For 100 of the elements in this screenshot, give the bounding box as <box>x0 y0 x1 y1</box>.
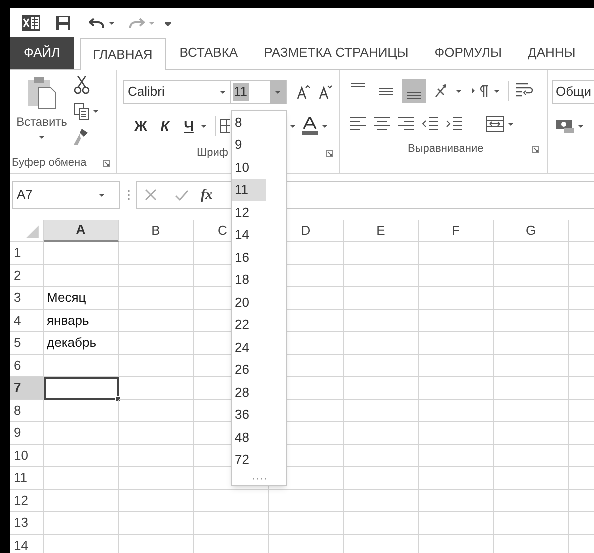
underline-button[interactable]: Ч <box>179 116 199 136</box>
row-header[interactable]: 1 <box>10 242 44 264</box>
menu-item[interactable]: 48 <box>232 426 266 448</box>
table-cell[interactable] <box>494 512 569 534</box>
table-cell[interactable] <box>419 287 494 310</box>
check-icon[interactable] <box>175 190 189 200</box>
menu-item[interactable]: 24 <box>232 336 266 358</box>
copy-icon[interactable] <box>74 103 89 120</box>
insert-function-button[interactable]: fx <box>201 184 213 206</box>
active-cell[interactable] <box>44 377 119 400</box>
table-cell[interactable] <box>269 512 344 534</box>
caret-icon[interactable] <box>290 124 296 128</box>
caret-icon[interactable] <box>456 90 462 92</box>
table-cell[interactable] <box>119 512 194 534</box>
italic-button[interactable]: К <box>155 116 175 136</box>
table-cell[interactable] <box>344 287 419 310</box>
table-cell[interactable] <box>344 310 419 332</box>
menu-item[interactable]: 11 <box>232 178 266 201</box>
table-cell[interactable] <box>494 400 569 422</box>
menu-item[interactable]: 22 <box>232 314 266 336</box>
paste-button[interactable]: Вставить <box>10 76 74 154</box>
ribbon-tab[interactable]: РАЗМЕТКА СТРАНИЦЫ <box>252 37 421 69</box>
row-header[interactable]: 9 <box>10 422 44 444</box>
decrease-font-size-icon[interactable] <box>319 85 333 99</box>
bold-button[interactable]: Ж <box>131 116 151 136</box>
decrease-indent-icon[interactable] <box>422 117 438 131</box>
caret-icon[interactable] <box>109 22 115 24</box>
table-cell[interactable] <box>44 490 119 512</box>
menu-item[interactable]: 28 <box>232 381 266 404</box>
number-format-dropdown[interactable]: Общи <box>552 80 594 104</box>
currency-format-icon[interactable] <box>556 119 574 133</box>
ribbon-tab[interactable]: ВСТАВКА <box>168 37 250 69</box>
scissors-icon[interactable] <box>74 76 90 94</box>
table-cell[interactable] <box>119 377 194 400</box>
table-cell[interactable] <box>119 400 194 422</box>
ribbon-tab[interactable]: ГЛАВНАЯ <box>80 38 166 70</box>
table-cell[interactable] <box>419 512 494 534</box>
table-cell[interactable] <box>344 264 419 287</box>
vertical-align-button[interactable] <box>402 79 426 103</box>
dialog-launcher-icon[interactable] <box>103 160 110 166</box>
increase-indent-icon[interactable] <box>446 117 462 131</box>
table-cell[interactable] <box>419 264 494 287</box>
menu-item[interactable]: 8 <box>232 111 266 134</box>
row-header[interactable]: 8 <box>10 400 44 422</box>
caret-icon[interactable] <box>494 90 500 92</box>
align-center-icon[interactable] <box>374 117 390 131</box>
table-cell[interactable] <box>494 444 569 467</box>
table-cell[interactable] <box>344 332 419 354</box>
row-header[interactable]: 4 <box>10 310 44 332</box>
menu-item[interactable]: 72 <box>232 448 266 471</box>
table-cell[interactable] <box>419 310 494 332</box>
table-cell[interactable] <box>44 467 119 490</box>
table-cell[interactable] <box>44 422 119 444</box>
row-header[interactable]: 11 <box>10 467 44 490</box>
menu-item[interactable]: 20 <box>232 291 266 314</box>
table-cell[interactable] <box>44 264 119 287</box>
borders-icon[interactable] <box>220 119 230 133</box>
table-cell[interactable] <box>44 444 119 467</box>
table-cell[interactable] <box>494 332 569 354</box>
align-right-icon[interactable] <box>398 117 414 131</box>
increase-font-size-icon[interactable] <box>297 85 311 99</box>
table-cell[interactable] <box>269 490 344 512</box>
caret-icon[interactable] <box>322 124 328 128</box>
table-cell[interactable] <box>119 242 194 264</box>
fill-handle[interactable] <box>115 396 121 402</box>
redo-icon[interactable] <box>129 17 145 29</box>
table-cell[interactable] <box>344 490 419 512</box>
table-cell[interactable] <box>119 422 194 444</box>
dialog-launcher-icon[interactable] <box>532 146 539 152</box>
dialog-launcher-icon[interactable] <box>326 150 333 156</box>
row-header[interactable]: 14 <box>10 534 44 553</box>
menu-item[interactable]: 10 <box>232 156 266 178</box>
table-cell[interactable] <box>119 310 194 332</box>
table-cell[interactable] <box>494 310 569 332</box>
menu-item[interactable]: 12 <box>232 201 266 224</box>
table-cell[interactable] <box>419 242 494 264</box>
row-header[interactable]: 7 <box>10 377 44 400</box>
file-tab[interactable]: ФАЙЛ <box>10 37 74 69</box>
table-cell[interactable] <box>494 354 569 377</box>
table-cell[interactable] <box>344 422 419 444</box>
customize-toolbar-icon[interactable] <box>165 20 171 26</box>
menu-item[interactable]: 36 <box>232 404 266 426</box>
table-cell[interactable] <box>419 444 494 467</box>
table-cell[interactable] <box>494 422 569 444</box>
text-direction-icon[interactable] <box>472 85 490 97</box>
undo-icon[interactable] <box>89 17 105 29</box>
row-header[interactable]: 5 <box>10 332 44 354</box>
column-header[interactable]: A <box>44 220 119 242</box>
column-header[interactable]: B <box>119 220 194 242</box>
table-cell[interactable] <box>119 467 194 490</box>
column-header[interactable]: F <box>419 220 494 242</box>
table-cell[interactable] <box>494 264 569 287</box>
table-cell[interactable] <box>344 444 419 467</box>
table-cell[interactable] <box>344 354 419 377</box>
menu-item[interactable]: 18 <box>232 268 266 291</box>
table-cell[interactable] <box>119 490 194 512</box>
table-cell[interactable] <box>419 467 494 490</box>
caret-icon[interactable] <box>93 110 99 113</box>
font-name-dropdown[interactable]: Calibri <box>123 80 231 104</box>
caret-icon[interactable] <box>508 122 514 126</box>
